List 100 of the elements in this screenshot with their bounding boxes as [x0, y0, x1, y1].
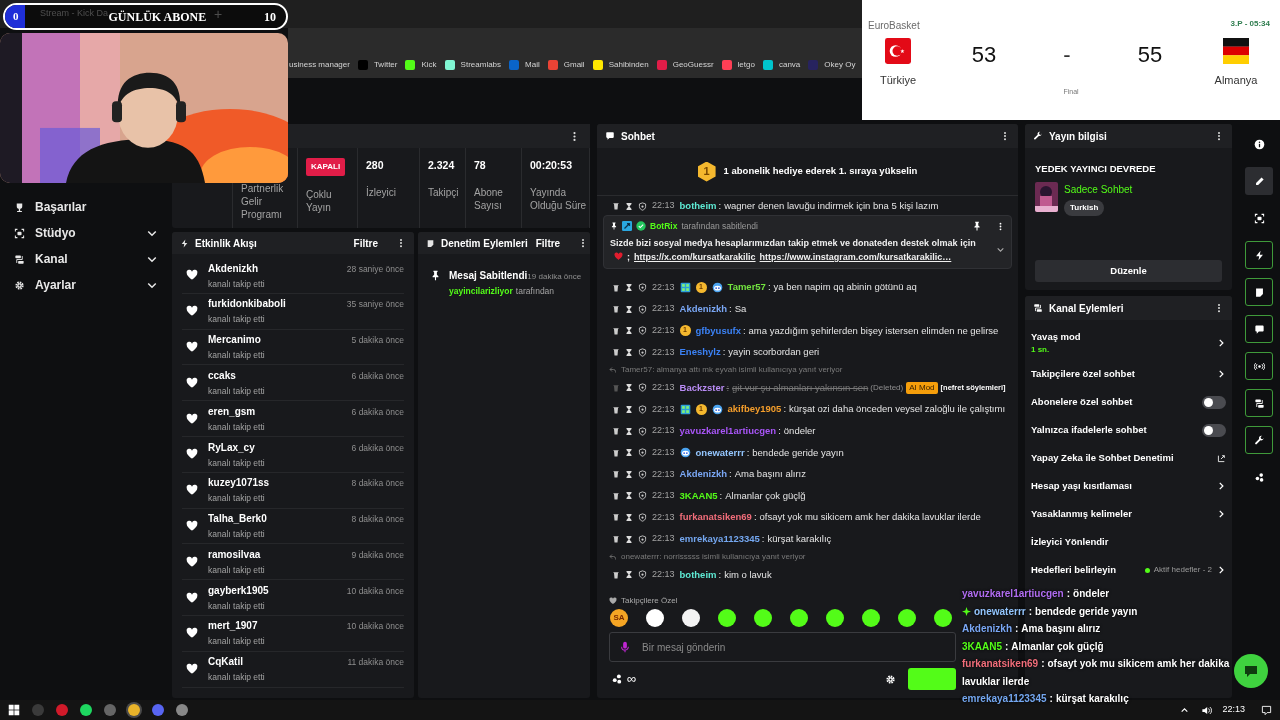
stat-value: 280 [366, 158, 385, 173]
channel-action-item[interactable]: Hesap yaşı kısıtlaması [1031, 472, 1226, 500]
language-tag: Turkish [1064, 200, 1105, 217]
bookmark-link[interactable]: Sahibinden [592, 59, 649, 71]
follower-name: ramosilvaa [208, 547, 261, 562]
chat-message-text: : ofsayt yok mu sikicem amk her dakika lavuklar ilerde [753, 510, 981, 525]
sidebar-item[interactable]: Ayarlar [0, 272, 170, 298]
channel-action-item[interactable]: Hedefleri belirleyin Aktif hedefler - 2 [1031, 556, 1226, 584]
bookmark-link[interactable]: Twitter [357, 59, 398, 71]
message-time: 22:13 [652, 280, 675, 294]
message-time: 22:13 [652, 424, 675, 438]
reply-notice: Tamer57: almanya attı mk eyvah isimli kullanıcıya yanıt veriyor [621, 364, 843, 377]
message-time: 22:13 [652, 381, 675, 395]
stat-label: Partnerlik Gelir Programı [241, 182, 285, 221]
event-time: 6 dakika önce [351, 369, 404, 383]
event-time: 6 dakika önce [351, 405, 404, 419]
message-time: 22:13 [652, 510, 675, 524]
chat-message-text: : kim o lavuk [718, 567, 772, 582]
chat-message-text: : ama yazdığım şehirlerden bişey istersen elimden ne gelirse [742, 323, 999, 338]
filter-button[interactable]: Filtre [533, 235, 563, 251]
pinned-link[interactable]: https://www.instagram.com/kursatkarakilic… [759, 251, 952, 262]
chat-username[interactable]: Akdenizkh [679, 467, 728, 482]
pinned-link[interactable]: https://x.com/kursatkarakilic [634, 251, 756, 262]
channel-action-item[interactable]: Yavaş mod 1 sn. [1031, 326, 1226, 360]
chat-username[interactable]: akifbey1905 [727, 402, 782, 417]
channel-action-item[interactable]: Abonelere özel sohbet [1031, 388, 1226, 416]
chat-username[interactable]: onewaterrr [695, 445, 745, 460]
game-clock: 3.P - 05:34 [1230, 18, 1271, 30]
stat-label: Abone Sayısı [474, 185, 504, 212]
channel-action-item[interactable]: Takipçilere özel sohbet [1031, 360, 1226, 388]
channel-action-item[interactable]: Yalnızca ifadelerle sohbet [1031, 416, 1226, 444]
filter-button[interactable]: Filtre [351, 235, 380, 251]
event-time: 9 dakika önce [351, 548, 404, 562]
away-score: 55 [1136, 40, 1164, 69]
event-time: 11 dakika önce [347, 656, 404, 670]
overlay-chat-line: onewaterrr : bendede geride yayın [962, 602, 1230, 620]
pinned-message-text: Sizde bizi sosyal medya hesaplarımızdan takip etmek ve donateden destek olmak için ; https://x.com/kursatkarakilic https://www.instagram.com/kursatkarakilic… [610, 236, 977, 264]
event-time: 10 dakika önce [346, 584, 404, 598]
bookmark-link[interactable]: Gmail [547, 59, 585, 71]
goal-current-count: 0 [13, 9, 19, 25]
event-time: 35 saniye önce [346, 298, 404, 312]
panel-title: Sohbet [621, 129, 655, 144]
chat-username[interactable]: Backzster [679, 380, 725, 396]
chat-username[interactable]: botheim [679, 567, 717, 582]
infinity-button[interactable]: ∞ [627, 669, 637, 689]
chat-username[interactable]: Tamer57 [727, 280, 766, 295]
panel-title: Denetim Eylemleri [441, 236, 528, 251]
event-action: kanalı takip etti [208, 313, 266, 327]
message-time: 22:13 [652, 445, 675, 459]
bookmark-link[interactable]: letgo [721, 59, 755, 71]
channel-action-item[interactable]: Yasaklanmış kelimeler [1031, 500, 1226, 528]
message-time: 22:13 [652, 302, 675, 316]
chat-username[interactable]: yavuzkarel1artiucgen [679, 424, 777, 439]
sidebar-item[interactable]: Kanal [0, 246, 170, 272]
channel-action-item[interactable]: Yapay Zeka ile Sohbet Denetimi [1031, 444, 1226, 472]
chat-username[interactable]: 3KAAN5 [679, 488, 718, 503]
panel-title: Etkinlik Akışı [195, 236, 257, 251]
follower-name: CqKatil [208, 655, 243, 670]
chat-username[interactable]: Eneshylz [679, 345, 721, 360]
bookmark-link[interactable]: Kick [405, 59, 437, 71]
bookmark-link[interactable]: Streamlabs [444, 59, 502, 71]
message-input-field[interactable]: Bir mesaj gönderin [609, 632, 956, 662]
chat-username[interactable]: furkanatsiken69 [679, 510, 752, 525]
league-name: EuroBasket [868, 19, 920, 33]
message-time: 22:13 [652, 402, 675, 416]
channel-action-item[interactable]: İzleyici Yönlendir [1031, 528, 1226, 556]
sidebar-item[interactable]: Stüdyo [0, 220, 170, 246]
event-action: kanalı takip etti [208, 277, 266, 291]
follower-name: ccaks [208, 368, 236, 383]
bookmark-link[interactable]: GeoGuessr [656, 59, 714, 71]
follower-name: furkidonkibaboli [208, 297, 286, 312]
bookmark-link[interactable]: usiness manager [289, 59, 350, 71]
chat-message-text: : wagner denen lavuğu indirmek için bna 5 kişi lazım [718, 198, 939, 213]
bookmark-link[interactable]: Okey Oy [808, 59, 856, 71]
score-separator: - [1062, 40, 1072, 69]
follower-name: Talha_Berk0 [208, 512, 267, 527]
chat-username[interactable]: Akdenizkh [679, 302, 728, 317]
chat-username[interactable]: botheim [679, 198, 717, 214]
goal-title: GÜNLÜK ABONE [108, 8, 207, 26]
setting-value: 1 sn. [1031, 344, 1051, 357]
overlay-chat-line: yavuzkarel1artiucgen : öndeler [962, 587, 1111, 601]
message-time: 22:13 [652, 567, 675, 581]
message-time: 22:13 [652, 532, 675, 546]
message-time: 22:13 [652, 489, 675, 503]
chat-message-text: : öndeler [778, 424, 816, 438]
event-time: 6 dakika önce [351, 441, 404, 455]
chat-username[interactable]: gfbyusufx [695, 323, 741, 338]
edit-button[interactable]: Düzenle [1035, 260, 1222, 282]
category-link[interactable]: Sadece Sohbet [1064, 182, 1133, 198]
action-time: 19 dakika önce [527, 272, 582, 283]
chat-username[interactable]: emrekaya1123345 [679, 531, 760, 547]
chat-message-text: : Almanlar çok güçlğ [719, 488, 806, 503]
stat-value: 00:20:53 [530, 158, 574, 173]
sidebar-item[interactable]: Başarılar [0, 194, 170, 220]
event-time: 5 dakika önce [351, 334, 404, 347]
bookmark-link[interactable]: Mail [509, 59, 540, 71]
follower-name: kuzey1071ss [208, 476, 270, 491]
bookmark-link[interactable]: canva [762, 59, 801, 71]
emote-button[interactable]: SA [610, 609, 628, 627]
team-name: Almanya [1214, 73, 1258, 88]
